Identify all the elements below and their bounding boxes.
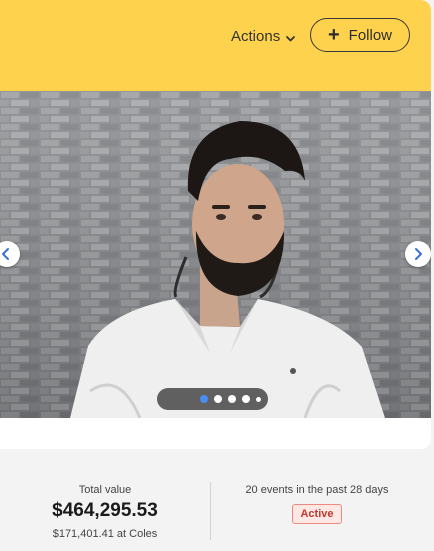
store-value-amount: $171,401.41 at Coles: [52, 528, 158, 540]
carousel-pagination: [157, 388, 268, 410]
follow-button[interactable]: + Follow: [310, 18, 410, 52]
page: Actions + Follow Total value $464,295.53…: [0, 0, 434, 551]
carousel-dot-3[interactable]: [228, 395, 236, 403]
events-section: 20 events in the past 28 days Active: [211, 470, 423, 524]
actions-menu-button[interactable]: Actions: [231, 24, 296, 48]
chevron-right-icon: [415, 248, 422, 260]
chevron-left-icon: [2, 248, 9, 260]
carousel-dot-4[interactable]: [242, 395, 250, 403]
card-header: Actions + Follow: [0, 0, 431, 91]
follow-label: Follow: [348, 26, 393, 44]
carousel-dot-2[interactable]: [214, 395, 222, 403]
carousel-dot-5[interactable]: [256, 396, 261, 402]
total-value-amount: $464,295.53: [52, 500, 158, 521]
plus-icon: +: [327, 24, 340, 46]
actions-label: Actions: [231, 27, 281, 45]
total-value-section: Total value $464,295.53 $171,401.41 at C…: [0, 470, 210, 540]
chevron-down-icon: [285, 31, 296, 42]
total-value-label: Total value: [78, 484, 132, 496]
summary-panel: Total value $464,295.53 $171,401.41 at C…: [0, 470, 434, 551]
profile-card: Actions + Follow: [0, 0, 431, 449]
events-count-text: 20 events in the past 28 days: [245, 484, 389, 496]
status-badge: Active: [292, 504, 342, 524]
carousel-prev-button[interactable]: [0, 241, 20, 267]
carousel-image: [0, 91, 431, 418]
carousel-dot-1[interactable]: [200, 395, 208, 403]
carousel-next-button[interactable]: [405, 241, 431, 267]
